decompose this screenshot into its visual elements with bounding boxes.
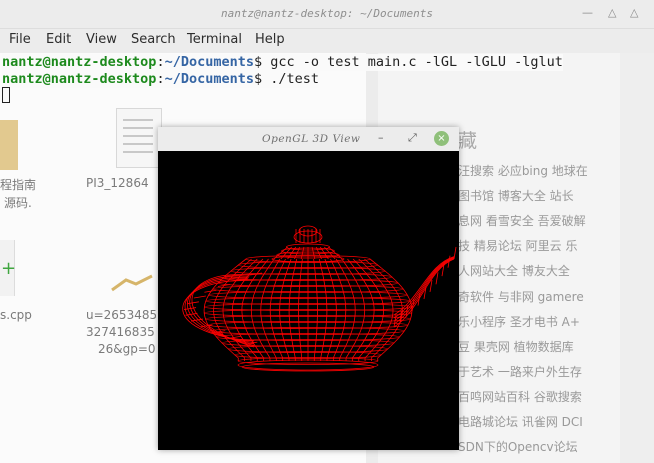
prompt-dollar: $ xyxy=(253,54,263,70)
maximize-icon[interactable]: ⤢ xyxy=(408,131,417,145)
opengl-window-title: OpenGL 3D View xyxy=(262,133,361,145)
close-icon[interactable]: × xyxy=(434,131,449,146)
opengl-canvas[interactable] xyxy=(158,151,459,450)
menu-search[interactable]: Search xyxy=(131,32,176,47)
minimize-icon[interactable]: – xyxy=(378,131,384,144)
terminal-titlebar[interactable]: nantz@nantz-desktop: ~/Documents — △ △ xyxy=(0,0,654,29)
menu-view[interactable]: View xyxy=(86,32,117,47)
prompt-path: ~/Documents xyxy=(164,71,254,87)
wireframe-teapot-icon xyxy=(182,225,457,372)
close-icon[interactable]: △ xyxy=(630,6,638,19)
prompt-separator: : xyxy=(156,71,165,87)
prompt-separator: : xyxy=(156,54,165,70)
maximize-icon[interactable]: △ xyxy=(608,6,616,19)
terminal-cursor xyxy=(2,87,10,103)
menu-edit[interactable]: Edit xyxy=(46,32,71,47)
menu-file[interactable]: File xyxy=(9,32,31,47)
terminal-command: gcc -o test main.c -lGL -lGLU -lglut xyxy=(262,54,563,70)
terminal-command: ./test xyxy=(262,71,320,87)
menu-help[interactable]: Help xyxy=(255,32,285,47)
terminal-title: nantz@nantz-desktop: ~/Documents xyxy=(221,7,433,20)
terminal-menubar: File Edit View Search Terminal Help xyxy=(0,29,654,53)
opengl-window[interactable]: OpenGL 3D View – ⤢ × xyxy=(158,127,459,450)
prompt-user: nantz@nantz-desktop xyxy=(2,54,157,70)
prompt-path: ~/Documents xyxy=(164,54,254,70)
terminal-line: nantz@nantz-desktop:~/Documents$ gcc -o … xyxy=(2,54,563,71)
menu-terminal[interactable]: Terminal xyxy=(187,32,242,47)
opengl-titlebar[interactable]: OpenGL 3D View – ⤢ × xyxy=(158,127,459,151)
minimize-icon[interactable]: — xyxy=(582,6,593,19)
terminal-line: nantz@nantz-desktop:~/Documents$ ./test xyxy=(2,71,320,88)
prompt-dollar: $ xyxy=(253,71,263,87)
prompt-user: nantz@nantz-desktop xyxy=(2,71,157,87)
